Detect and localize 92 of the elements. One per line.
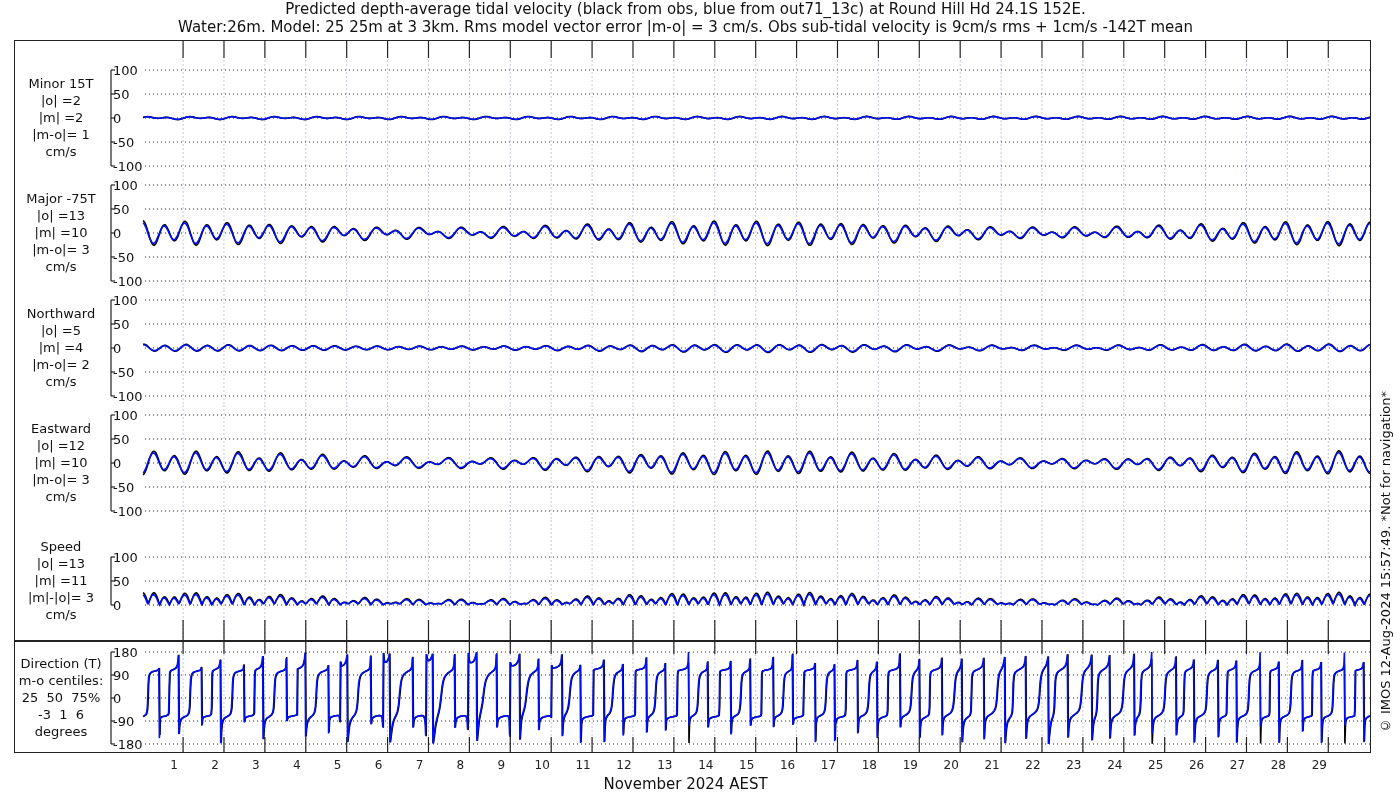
x-axis-label: November 2024 AEST — [602, 775, 769, 793]
tick-label: 11 — [575, 758, 591, 772]
panel-label: |m-o|= 3 — [32, 471, 90, 488]
tick-label: 12 — [616, 758, 632, 772]
tick-label: 29 — [1311, 758, 1327, 772]
panel-label: cm/s — [45, 605, 77, 623]
tick-label: 100 — [113, 408, 138, 423]
tick-label: 18 — [861, 758, 877, 772]
tick-label: 20 — [943, 758, 959, 772]
panel-label: 25 50 75% — [21, 688, 101, 706]
panel-label: Minor 15T — [28, 75, 94, 92]
tick-label: -90 — [113, 714, 135, 729]
tick-label: 28 — [1270, 758, 1286, 772]
tick-label: 0 — [113, 456, 122, 471]
panel-label: |o| =5 — [41, 322, 81, 339]
panel-label: cm/s — [45, 488, 77, 505]
panel-label: |o| =12 — [36, 437, 86, 454]
tick-label: -100 — [113, 274, 143, 289]
tick-label: 90 — [113, 668, 130, 683]
tick-label: 27 — [1229, 758, 1246, 772]
panel-label: |o| =2 — [41, 92, 81, 109]
tick-label: 2 — [211, 758, 219, 772]
tick-label: 5 — [333, 758, 342, 772]
tick-label: 0 — [113, 226, 122, 241]
panel-label: Northward — [26, 305, 96, 322]
panel-label: |m| =10 — [34, 224, 88, 241]
tick-label: 100 — [113, 550, 138, 565]
tick-label: 23 — [1066, 758, 1082, 772]
tick-label: 7 — [415, 758, 424, 772]
tick-label: 24 — [1107, 758, 1123, 772]
panel-label: m-o centiles: — [18, 671, 104, 689]
tick-label: 4 — [292, 758, 301, 772]
tick-label: 100 — [113, 63, 138, 78]
tick-label: 50 — [113, 202, 130, 217]
panel-label: Direction (T) — [20, 654, 102, 672]
tick-label: 1 — [170, 758, 178, 772]
tick-label: 22 — [1025, 758, 1041, 772]
panel-label: -3 1 6 — [37, 705, 84, 723]
panel-label: |m-o|= 2 — [32, 356, 90, 373]
tick-label: 16 — [779, 758, 796, 772]
panel-label: |m| =4 — [38, 339, 84, 356]
tick-label: 50 — [113, 317, 130, 332]
tick-label: -50 — [113, 135, 135, 150]
panel-label: |m-o|= 3 — [32, 241, 90, 258]
tick-label: 180 — [113, 645, 138, 660]
panel-label: cm/s — [45, 143, 77, 160]
chart-title: Water:26m. Model: 25 25m at 3 3km. Rms model vector error |m-o| = 3 cm/s. Obs sub-tidal velocity is 9cm/s rms + 1cm/s -142T mean — [178, 18, 1193, 36]
tick-label: 26 — [1188, 758, 1205, 772]
tick-label: 17 — [820, 758, 837, 772]
tick-label: 13 — [657, 758, 673, 772]
chart-title: Predicted depth-average tidal velocity (black from obs, blue from out71_13c) at Round Hill Hd 24.1S 152E. — [285, 0, 1086, 18]
panel-label: |m| =2 — [38, 109, 84, 126]
panel-label: cm/s — [45, 373, 77, 390]
tick-label: 100 — [113, 178, 138, 193]
tick-label: 9 — [497, 758, 506, 772]
tick-label: 6 — [374, 758, 383, 772]
tick-label: 8 — [456, 758, 465, 772]
tick-label: 50 — [113, 574, 130, 589]
tick-label: 50 — [113, 432, 130, 447]
tick-label: -50 — [113, 250, 135, 265]
tick-label: 14 — [698, 758, 714, 772]
panel-label: |o| =13 — [36, 207, 86, 224]
tick-label: -100 — [113, 504, 143, 519]
tick-label: 0 — [113, 111, 122, 126]
panel-label: |m| =11 — [34, 571, 88, 589]
panel-label: |m-o|= 1 — [32, 126, 90, 143]
panel-label: Major -75T — [26, 190, 96, 207]
tick-label: 25 — [1148, 758, 1164, 772]
tick-label: 10 — [534, 758, 550, 772]
tick-label: -100 — [113, 389, 143, 404]
panel-label: degrees — [34, 722, 88, 740]
tick-label: -50 — [113, 480, 135, 495]
panel-label: |m|-|o|= 3 — [27, 588, 95, 606]
tick-label: 0 — [113, 598, 122, 613]
tick-label: 21 — [984, 758, 1000, 772]
tick-label: 3 — [252, 758, 260, 772]
tick-label: 0 — [113, 341, 122, 356]
panel-label: Eastward — [31, 420, 91, 437]
panel-label: cm/s — [45, 258, 77, 275]
tick-label: 100 — [113, 293, 138, 308]
panel-label: |m| =10 — [34, 454, 88, 471]
tick-label: -100 — [113, 159, 143, 174]
credit-text: © IMOS 12-Aug-2024 15:57:49. *Not for navigation* — [1378, 390, 1393, 733]
tick-label: -50 — [113, 365, 135, 380]
tick-label: 15 — [739, 758, 755, 772]
tick-label: -180 — [113, 737, 143, 752]
tick-label: 0 — [113, 691, 122, 706]
y-axis — [110, 556, 116, 606]
tick-label: 19 — [902, 758, 918, 772]
panel-label: |o| =13 — [36, 554, 86, 572]
tick-label: 50 — [113, 87, 130, 102]
panel-label: Speed — [40, 537, 82, 555]
